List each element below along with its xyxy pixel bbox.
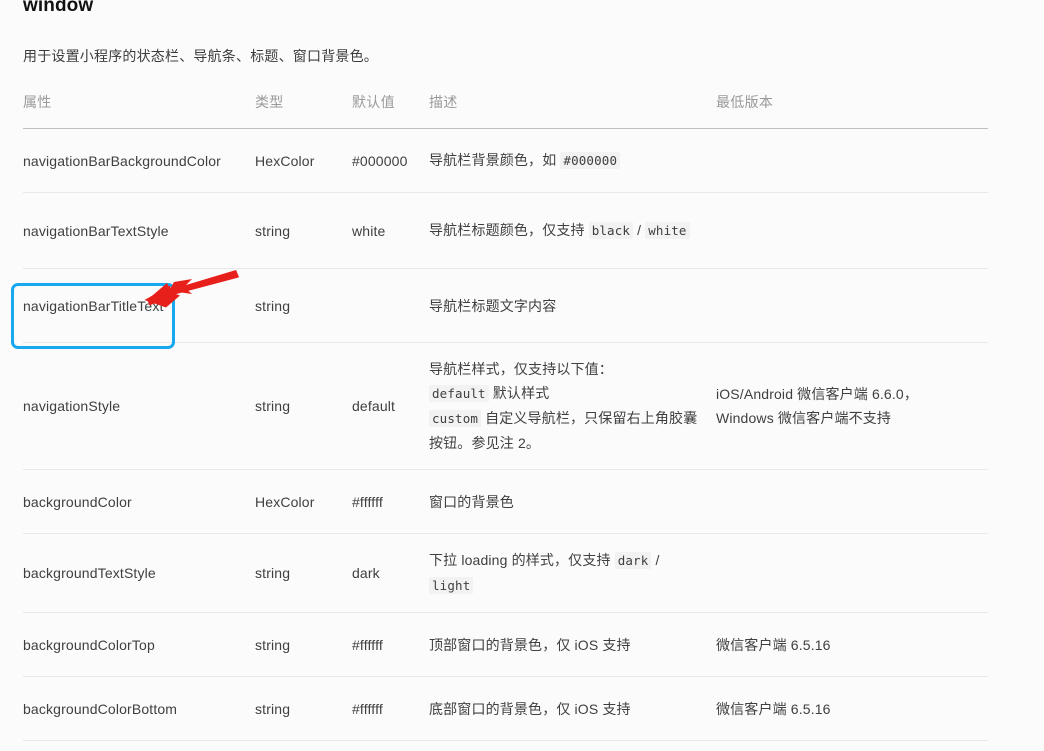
api-table-container: 属性 类型 默认值 描述 最低版本 navigationBarBackgroun… bbox=[23, 92, 988, 741]
cell-min-version: iOS/Android 微信客户端 6.6.0， Windows 微信客户端不支… bbox=[716, 342, 988, 470]
inline-code: #000000 bbox=[560, 152, 621, 169]
column-header-description: 描述 bbox=[429, 92, 716, 129]
table-row: navigationBarTextStyle string white 导航栏标… bbox=[23, 192, 988, 269]
column-header-type: 类型 bbox=[255, 92, 352, 129]
inline-code: default bbox=[429, 385, 489, 402]
cell-attribute: backgroundColor bbox=[23, 469, 255, 534]
cell-description: 导航栏样式，仅支持以下值： default 默认样式 custom 自定义导航栏… bbox=[429, 342, 716, 470]
cell-type: string bbox=[255, 342, 352, 470]
cell-attribute: navigationBarTextStyle bbox=[23, 192, 255, 269]
cell-attribute: navigationBarBackgroundColor bbox=[23, 128, 255, 193]
cell-attribute-highlighted: navigationBarTitleText bbox=[23, 268, 255, 343]
column-header-attribute: 属性 bbox=[23, 92, 255, 129]
table-row: navigationBarBackgroundColor HexColor #0… bbox=[23, 128, 988, 193]
cell-min-version: 微信客户端 6.5.16 bbox=[716, 676, 988, 741]
column-header-default: 默认值 bbox=[352, 92, 429, 129]
cell-description: 窗口的背景色 bbox=[429, 469, 716, 534]
version-line: Windows 微信客户端不支持 bbox=[716, 410, 892, 426]
cell-default: white bbox=[352, 192, 429, 269]
cell-type: HexColor bbox=[255, 469, 352, 534]
cell-default: dark bbox=[352, 533, 429, 613]
cell-description: 导航栏标题颜色，仅支持 black / white bbox=[429, 192, 716, 269]
desc-line: custom 自定义导航栏，只保留右上角胶囊按钮。参见注 2。 bbox=[429, 406, 706, 455]
table-row: backgroundColorTop string #ffffff 顶部窗口的背… bbox=[23, 612, 988, 677]
cell-type: HexColor bbox=[255, 128, 352, 193]
desc-line: default 默认样式 bbox=[429, 381, 706, 406]
cell-description: 下拉 loading 的样式，仅支持 dark / light bbox=[429, 533, 716, 613]
cell-default: #000000 bbox=[352, 128, 429, 193]
cell-attribute: backgroundColorTop bbox=[23, 612, 255, 677]
table-header: 属性 类型 默认值 描述 最低版本 bbox=[23, 92, 988, 129]
page-intro-text: 用于设置小程序的状态栏、导航条、标题、窗口背景色。 bbox=[23, 48, 378, 64]
inline-code: white bbox=[645, 222, 690, 239]
cell-type: string bbox=[255, 192, 352, 269]
table-row: backgroundTextStyle string dark 下拉 loadi… bbox=[23, 533, 988, 613]
cell-min-version bbox=[716, 128, 988, 193]
desc-separator: / bbox=[655, 552, 660, 568]
cell-min-version: 微信客户端 6.5.16 bbox=[716, 612, 988, 677]
cell-default: default bbox=[352, 342, 429, 470]
cell-min-version bbox=[716, 192, 988, 269]
version-line: iOS/Android 微信客户端 6.6.0， bbox=[716, 386, 918, 402]
cell-description: 顶部窗口的背景色，仅 iOS 支持 bbox=[429, 612, 716, 677]
cell-type: string bbox=[255, 268, 352, 343]
table-header-row: 属性 类型 默认值 描述 最低版本 bbox=[23, 92, 988, 129]
table-row: navigationBarTitleText string 导航栏标题文字内容 bbox=[23, 268, 988, 343]
cell-description: 导航栏标题文字内容 bbox=[429, 268, 716, 343]
column-header-min-version: 最低版本 bbox=[716, 92, 988, 129]
inline-code: dark bbox=[614, 552, 652, 569]
table-row: backgroundColorBottom string #ffffff 底部窗… bbox=[23, 676, 988, 741]
desc-text: 下拉 loading 的样式，仅支持 bbox=[429, 552, 611, 568]
cell-type: string bbox=[255, 612, 352, 677]
cell-description: 导航栏背景颜色，如 #000000 bbox=[429, 128, 716, 193]
cell-default: #ffffff bbox=[352, 469, 429, 534]
page-title: window bbox=[23, 0, 94, 16]
cell-min-version bbox=[716, 469, 988, 534]
table-row: navigationStyle string default 导航栏样式，仅支持… bbox=[23, 342, 988, 470]
table-row: backgroundColor HexColor #ffffff 窗口的背景色 bbox=[23, 469, 988, 534]
documentation-page: window 用于设置小程序的状态栏、导航条、标题、窗口背景色。 属性 类型 默… bbox=[0, 0, 1044, 751]
cell-attribute: navigationStyle bbox=[23, 342, 255, 470]
cell-default bbox=[352, 268, 429, 343]
inline-code: custom bbox=[429, 410, 482, 427]
cell-min-version bbox=[716, 533, 988, 613]
table-body: navigationBarBackgroundColor HexColor #0… bbox=[23, 128, 988, 741]
cell-default: #ffffff bbox=[352, 676, 429, 741]
desc-text: 导航栏背景颜色，如 bbox=[429, 152, 557, 168]
inline-code: black bbox=[588, 222, 634, 239]
cell-attribute: backgroundColorBottom bbox=[23, 676, 255, 741]
cell-type: string bbox=[255, 533, 352, 613]
cell-type: string bbox=[255, 676, 352, 741]
cell-min-version bbox=[716, 268, 988, 343]
cell-default: #ffffff bbox=[352, 612, 429, 677]
desc-text: 默认样式 bbox=[492, 385, 550, 401]
desc-line: 导航栏样式，仅支持以下值： bbox=[429, 361, 613, 377]
cell-attribute: backgroundTextStyle bbox=[23, 533, 255, 613]
desc-text: 导航栏标题颜色，仅支持 bbox=[429, 222, 585, 238]
inline-code: light bbox=[429, 577, 474, 594]
desc-separator: / bbox=[637, 222, 642, 238]
window-config-table: 属性 类型 默认值 描述 最低版本 navigationBarBackgroun… bbox=[23, 92, 988, 741]
cell-description: 底部窗口的背景色，仅 iOS 支持 bbox=[429, 676, 716, 741]
